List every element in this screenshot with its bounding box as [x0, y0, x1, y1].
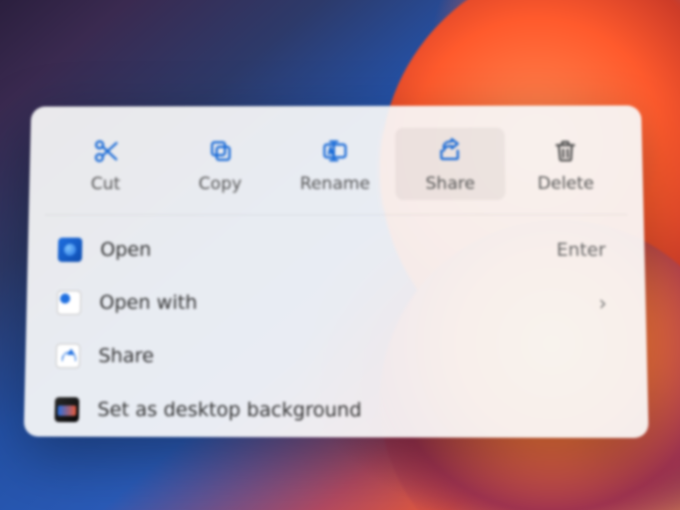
share-button[interactable]: Share [395, 128, 505, 200]
scissors-icon [89, 136, 123, 166]
share-icon [433, 136, 467, 166]
rename-button[interactable]: Rename [280, 128, 389, 200]
open-accelerator: Enter [556, 239, 606, 260]
menu-item-open[interactable]: Open Enter [43, 223, 628, 276]
copy-label: Copy [198, 174, 241, 194]
open-with-label: Open with [99, 291, 580, 314]
menu-item-set-background[interactable]: Set as desktop background [40, 383, 632, 438]
chevron-right-icon: › [598, 291, 607, 316]
open-with-icon [57, 290, 82, 315]
context-menu: Cut Copy Rename [24, 105, 649, 438]
delete-button[interactable]: Delete [510, 127, 621, 200]
rename-label: Rename [300, 174, 370, 194]
share-app-icon [56, 344, 81, 369]
menu-item-share[interactable]: Share [41, 329, 631, 383]
menu-items: Open Enter Open with › Share Set as desk… [40, 215, 632, 438]
photos-app-icon [58, 238, 83, 262]
copy-button[interactable]: Copy [166, 128, 275, 200]
share-label: Share [425, 174, 475, 194]
cut-label: Cut [91, 174, 121, 194]
open-label: Open [100, 239, 538, 261]
cut-button[interactable]: Cut [51, 128, 160, 200]
delete-label: Delete [537, 174, 594, 194]
rename-icon [318, 136, 352, 166]
copy-icon [203, 136, 237, 166]
action-bar: Cut Copy Rename [45, 123, 628, 215]
trash-icon [548, 136, 583, 166]
menu-item-open-with[interactable]: Open with › [42, 276, 630, 330]
set-bg-label: Set as desktop background [97, 398, 609, 422]
share-item-label: Share [98, 345, 608, 368]
desktop-background-icon [54, 397, 79, 422]
